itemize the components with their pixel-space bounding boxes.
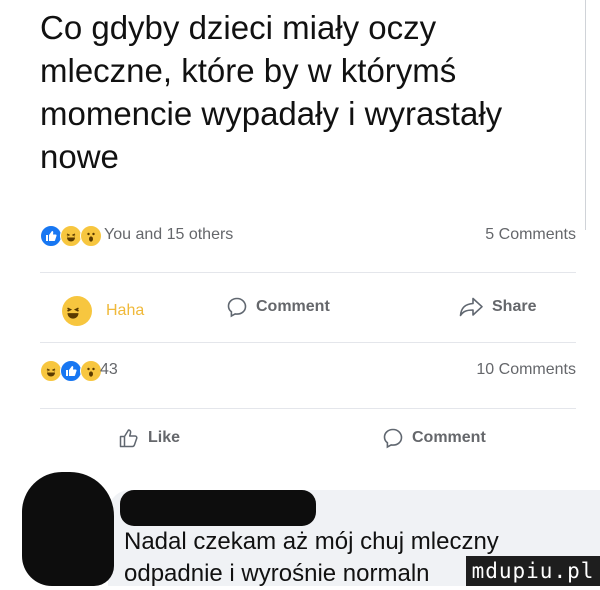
haha-icon	[62, 296, 92, 326]
reaction-summary-2[interactable]: 43 10 Comments	[0, 357, 600, 385]
like-label: Like	[148, 429, 181, 446]
divider	[40, 408, 576, 409]
reaction-summary-1[interactable]: You and 15 others 5 Comments	[0, 222, 600, 250]
share-icon	[459, 297, 483, 317]
comment-button[interactable]: Comment	[382, 427, 486, 449]
like-icon	[60, 360, 82, 382]
haha-button[interactable]: Haha	[62, 296, 144, 326]
wow-icon	[80, 225, 102, 247]
comment-icon	[227, 297, 247, 318]
comment-line: Nadal czekam aż mój chuj mleczny	[124, 528, 499, 555]
thumbs-up-icon	[119, 429, 138, 448]
action-bar-1: Haha Comment Share	[0, 292, 600, 326]
haha-icon	[60, 225, 82, 247]
action-bar-2: Like Comment	[0, 423, 600, 457]
post-text: Co gdyby dzieci miały oczy mleczne, któr…	[40, 6, 580, 178]
post-text-line: momencie wypadały i wyrastały	[40, 95, 503, 132]
comments-count[interactable]: 5 Comments	[485, 226, 576, 244]
share-button[interactable]: Share	[458, 296, 536, 318]
comment-icon	[383, 428, 403, 449]
divider	[40, 342, 576, 343]
post-text-line: Co gdyby dzieci miały oczy	[40, 9, 437, 46]
comment-button[interactable]: Comment	[226, 296, 330, 318]
haha-label: Haha	[106, 302, 145, 319]
haha-icon	[40, 360, 62, 382]
reaction-icons	[40, 360, 102, 382]
wow-icon	[80, 360, 102, 382]
edge-line	[585, 0, 586, 230]
post-text-line: nowe	[40, 138, 119, 175]
reaction-count: 43	[100, 361, 118, 378]
comments-count[interactable]: 10 Comments	[476, 361, 576, 379]
reaction-icons	[40, 225, 102, 247]
like-button[interactable]: Like	[118, 427, 180, 449]
watermark: mdupiu.pl	[466, 556, 600, 586]
share-label: Share	[492, 298, 537, 315]
comment-label: Comment	[256, 298, 330, 315]
post-text-line: mleczne, które by w którymś	[40, 52, 457, 89]
like-icon	[40, 225, 62, 247]
avatar-redacted	[22, 472, 114, 586]
reaction-text: You and 15 others	[104, 226, 234, 243]
divider	[40, 272, 576, 273]
commenter-name-redacted	[120, 490, 316, 526]
comment-label: Comment	[412, 429, 486, 446]
